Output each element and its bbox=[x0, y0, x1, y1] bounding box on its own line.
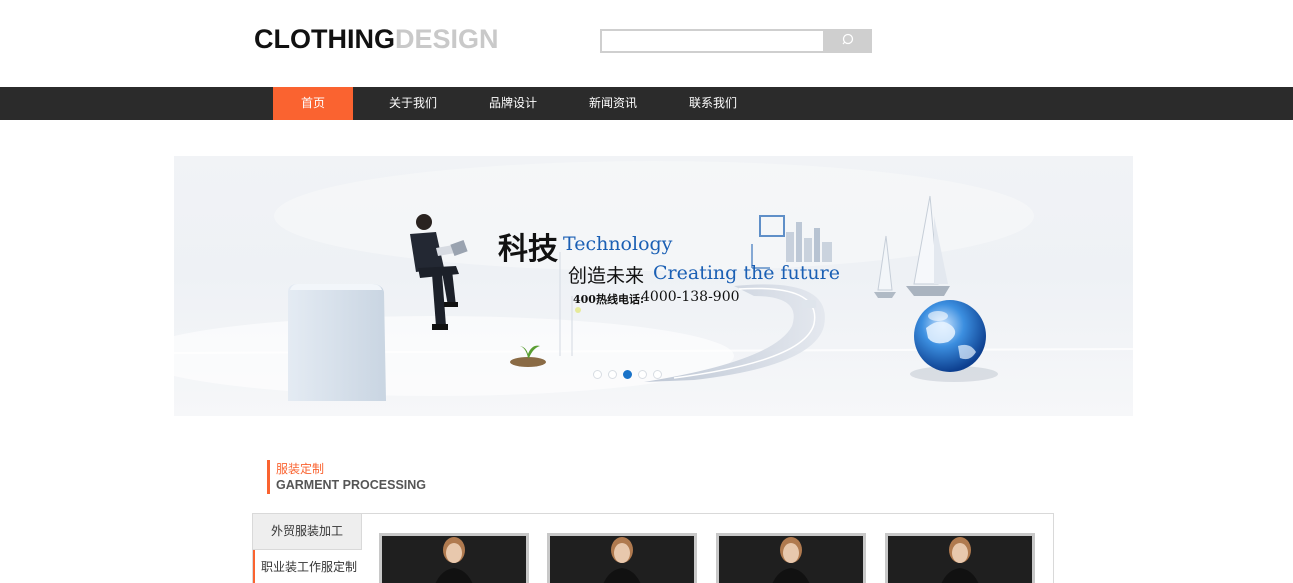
product-thumb-3[interactable] bbox=[716, 533, 866, 583]
product-thumb-2[interactable] bbox=[547, 533, 697, 583]
white-block-shape bbox=[288, 284, 386, 401]
main-nav: 首页 关于我们 品牌设计 新闻资讯 联系我们 bbox=[0, 87, 1293, 120]
product-thumb-1[interactable] bbox=[379, 533, 529, 583]
product-image bbox=[888, 536, 1032, 583]
slider-dots bbox=[593, 370, 662, 380]
section-title-cn: 服装定制 bbox=[276, 462, 325, 476]
logo-text-clothing: CLOTHING bbox=[254, 24, 395, 54]
slider-dot-4[interactable] bbox=[638, 370, 647, 379]
nav-item-brand-design[interactable]: 品牌设计 bbox=[473, 87, 553, 120]
product-image bbox=[550, 536, 694, 583]
search-icon bbox=[840, 32, 856, 51]
nav-item-home[interactable]: 首页 bbox=[273, 87, 353, 120]
slider-dot-2[interactable] bbox=[608, 370, 617, 379]
slider-dot-1[interactable] bbox=[593, 370, 602, 379]
banner-tagline-cn: 创造未来 bbox=[568, 265, 645, 287]
product-image bbox=[719, 536, 863, 583]
globe-icon bbox=[910, 300, 998, 382]
logo[interactable]: CLOTHINGDESIGN bbox=[254, 24, 499, 55]
search-box bbox=[600, 29, 872, 53]
nav-item-news[interactable]: 新闻资讯 bbox=[573, 87, 653, 120]
banner-headline-cn: 科技 bbox=[498, 232, 558, 267]
search-button[interactable] bbox=[823, 29, 872, 53]
category-tab-foreign-trade[interactable]: 外贸服装加工 bbox=[253, 514, 362, 550]
nav-item-about[interactable]: 关于我们 bbox=[373, 87, 453, 120]
banner-hotline-label: 400热线电话: bbox=[573, 293, 645, 306]
nav-item-contact[interactable]: 联系我们 bbox=[673, 87, 753, 120]
product-panel: 外贸服装加工 职业装工作服定制 bbox=[252, 513, 1054, 583]
banner-tagline-en: Creating the future bbox=[653, 262, 840, 284]
slider-dot-5[interactable] bbox=[653, 370, 662, 379]
section-title: 服装定制 GARMENT PROCESSING bbox=[267, 460, 426, 494]
hero-banner[interactable]: 科技 Technology 创造未来 Creating the future 4… bbox=[174, 156, 1133, 416]
slider-dot-3[interactable] bbox=[623, 370, 632, 379]
banner-headline-en: Technology bbox=[563, 233, 673, 255]
logo-text-design: DESIGN bbox=[395, 24, 499, 54]
section-title-en: GARMENT PROCESSING bbox=[276, 478, 427, 492]
product-thumb-4[interactable] bbox=[885, 533, 1035, 583]
search-input[interactable] bbox=[602, 31, 822, 51]
product-image bbox=[382, 536, 526, 583]
header: CLOTHINGDESIGN bbox=[0, 0, 1293, 87]
banner-hotline-number: 4000-138-900 bbox=[641, 289, 740, 305]
category-tab-workwear[interactable]: 职业装工作服定制 bbox=[253, 550, 362, 583]
